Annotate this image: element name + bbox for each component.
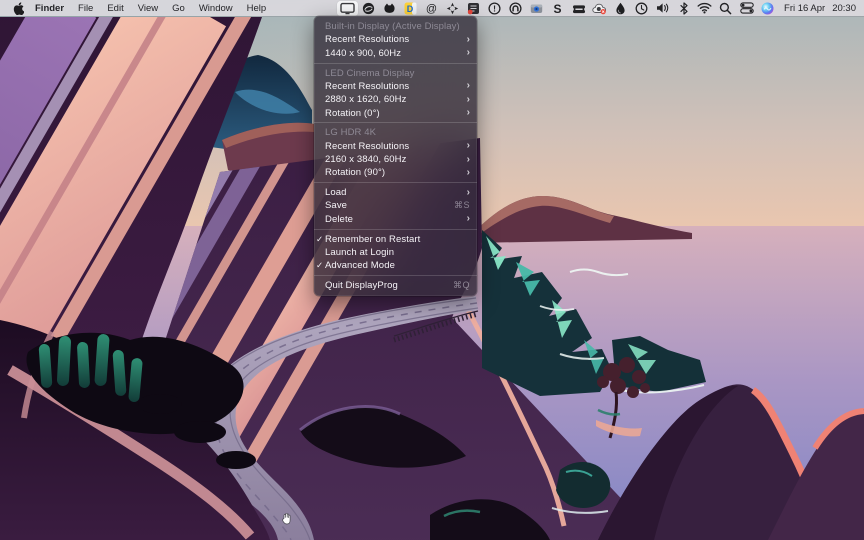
menu-item-label: Built-in Display (Active Display): [325, 21, 470, 32]
volume-icon[interactable]: [652, 1, 673, 16]
menu-bar-left: FinderFileEditViewGoWindowHelp: [8, 0, 273, 16]
menu-item-delete[interactable]: Delete›: [314, 213, 477, 226]
menu-bar: FinderFileEditViewGoWindowHelp D @! S Fri …: [0, 0, 864, 16]
checkmark-icon: ✓: [314, 234, 325, 245]
menu-item-label: Launch at Login: [325, 247, 470, 258]
submenu-arrow-icon: ›: [467, 81, 470, 91]
menu-go[interactable]: Go: [165, 0, 192, 16]
menu-item-label: Recent Resolutions: [325, 34, 467, 45]
menu-finder[interactable]: Finder: [28, 0, 71, 16]
svg-text:@: @: [426, 3, 437, 15]
compass-arrows-icon[interactable]: [442, 1, 463, 16]
menu-item-remember-on-restart[interactable]: ✓Remember on Restart: [314, 233, 477, 246]
search-icon[interactable]: [715, 1, 736, 16]
menu-item-label: LED Cinema Display: [325, 68, 470, 79]
svg-text:D: D: [407, 3, 414, 13]
submenu-arrow-icon: ›: [467, 35, 470, 45]
siri-icon[interactable]: [757, 1, 778, 16]
displayprog-menu: Built-in Display (Active Display)Recent …: [314, 16, 477, 296]
camera-app-icon[interactable]: [526, 1, 547, 16]
menu-item-label: Remember on Restart: [325, 234, 470, 245]
menu-item-recent-resolutions[interactable]: Recent Resolutions›: [314, 140, 477, 153]
menu-item-label: Save: [325, 200, 454, 211]
menu-item-label: Quit DisplayProg: [325, 280, 453, 291]
menu-item-shortcut: ⌘Q: [453, 280, 470, 291]
menu-bar-right: D @! S Fri 16 Apr 20:30: [337, 0, 856, 16]
menu-item-label: Rotation (90°): [325, 167, 467, 178]
menu-file[interactable]: File: [71, 0, 100, 16]
journal-badge-icon[interactable]: [463, 1, 484, 16]
menu-item-2880-x-1620-60hz[interactable]: 2880 x 1620, 60Hz›: [314, 93, 477, 106]
menu-separator: [314, 63, 477, 64]
menu-item-load[interactable]: Load›: [314, 186, 477, 199]
menu-edit[interactable]: Edit: [100, 0, 130, 16]
swirl-circle-icon[interactable]: [358, 1, 379, 16]
menu-help[interactable]: Help: [240, 0, 274, 16]
menu-separator: [314, 275, 477, 276]
menu-item-label: 1440 x 900, 60Hz: [325, 48, 467, 59]
menu-item-save[interactable]: Save⌘S: [314, 199, 477, 212]
menu-item-label: Recent Resolutions: [325, 81, 467, 92]
menu-item-label: Load: [325, 187, 467, 198]
menu-item-1440-x-900-60hz[interactable]: 1440 x 900, 60Hz›: [314, 47, 477, 60]
submenu-arrow-icon: ›: [467, 214, 470, 224]
menu-separator: [314, 229, 477, 230]
menu-item-recent-resolutions[interactable]: Recent Resolutions›: [314, 80, 477, 93]
d-badge-icon[interactable]: D: [400, 1, 421, 16]
menu-bar-clock[interactable]: Fri 16 Apr 20:30: [784, 3, 856, 14]
status-icons: D @! S: [337, 0, 778, 16]
clock-icon[interactable]: [631, 1, 652, 16]
submenu-arrow-icon: ›: [467, 48, 470, 58]
menu-item-shortcut: ⌘S: [454, 200, 470, 211]
exclamation-circle-icon[interactable]: !: [484, 1, 505, 16]
at-circle-icon[interactable]: @: [421, 1, 442, 16]
control-center-icon[interactable]: [736, 1, 757, 16]
droplet-icon[interactable]: [610, 1, 631, 16]
menu-item-launch-at-login[interactable]: Launch at Login: [314, 246, 477, 259]
submenu-arrow-icon: ›: [467, 108, 470, 118]
cursor-hand-icon: [281, 512, 293, 530]
app-menus: FinderFileEditViewGoWindowHelp: [28, 0, 273, 16]
menu-header-led-cinema-display: LED Cinema Display: [314, 66, 477, 79]
submenu-arrow-icon: ›: [467, 141, 470, 151]
desktop: FinderFileEditViewGoWindowHelp D @! S Fri …: [0, 0, 864, 540]
menu-item-label: Recent Resolutions: [325, 141, 467, 152]
checkmark-icon: ✓: [314, 260, 325, 271]
menu-item-label: Delete: [325, 214, 467, 225]
menu-item-label: Advanced Mode: [325, 260, 470, 271]
menu-item-rotation-0[interactable]: Rotation (0°)›: [314, 106, 477, 119]
menu-view[interactable]: View: [131, 0, 165, 16]
wifi-icon[interactable]: [694, 1, 715, 16]
apple-menu[interactable]: [8, 0, 28, 16]
submenu-arrow-icon: ›: [467, 168, 470, 178]
menu-item-label: 2160 x 3840, 60Hz: [325, 154, 467, 165]
menu-item-rotation-90[interactable]: Rotation (90°)›: [314, 166, 477, 179]
menu-header-lg-hdr-4k: LG HDR 4K: [314, 126, 477, 139]
menu-header-built-in-display-active-display: Built-in Display (Active Display): [314, 20, 477, 33]
menu-item-label: LG HDR 4K: [325, 127, 470, 138]
menu-item-advanced-mode[interactable]: ✓Advanced Mode: [314, 259, 477, 272]
menu-item-label: 2880 x 1620, 60Hz: [325, 94, 467, 105]
submenu-arrow-icon: ›: [467, 95, 470, 105]
menu-item-label: Rotation (0°): [325, 108, 467, 119]
display-menubar-icon[interactable]: [337, 1, 358, 16]
menu-item-quit-displayprog[interactable]: Quit DisplayProg⌘Q: [314, 279, 477, 292]
bluetooth-icon[interactable]: [673, 1, 694, 16]
menu-item-2160-x-3840-60hz[interactable]: 2160 x 3840, 60Hz›: [314, 153, 477, 166]
letter-s-icon[interactable]: S: [547, 1, 568, 16]
svg-text:!: !: [493, 3, 496, 13]
menu-separator: [314, 182, 477, 183]
cloud-offline-icon[interactable]: [589, 1, 610, 16]
submenu-arrow-icon: ›: [467, 188, 470, 198]
svg-text:S: S: [554, 2, 562, 15]
arch-circle-icon[interactable]: [505, 1, 526, 16]
submenu-arrow-icon: ›: [467, 155, 470, 165]
menu-bar-date: Fri 16 Apr: [784, 3, 825, 14]
menu-separator: [314, 122, 477, 123]
animal-head-icon[interactable]: [379, 1, 400, 16]
menu-item-recent-resolutions[interactable]: Recent Resolutions›: [314, 33, 477, 46]
menu-window[interactable]: Window: [192, 0, 240, 16]
menu-bar-time: 20:30: [832, 3, 856, 14]
bench-icon[interactable]: [568, 1, 589, 16]
